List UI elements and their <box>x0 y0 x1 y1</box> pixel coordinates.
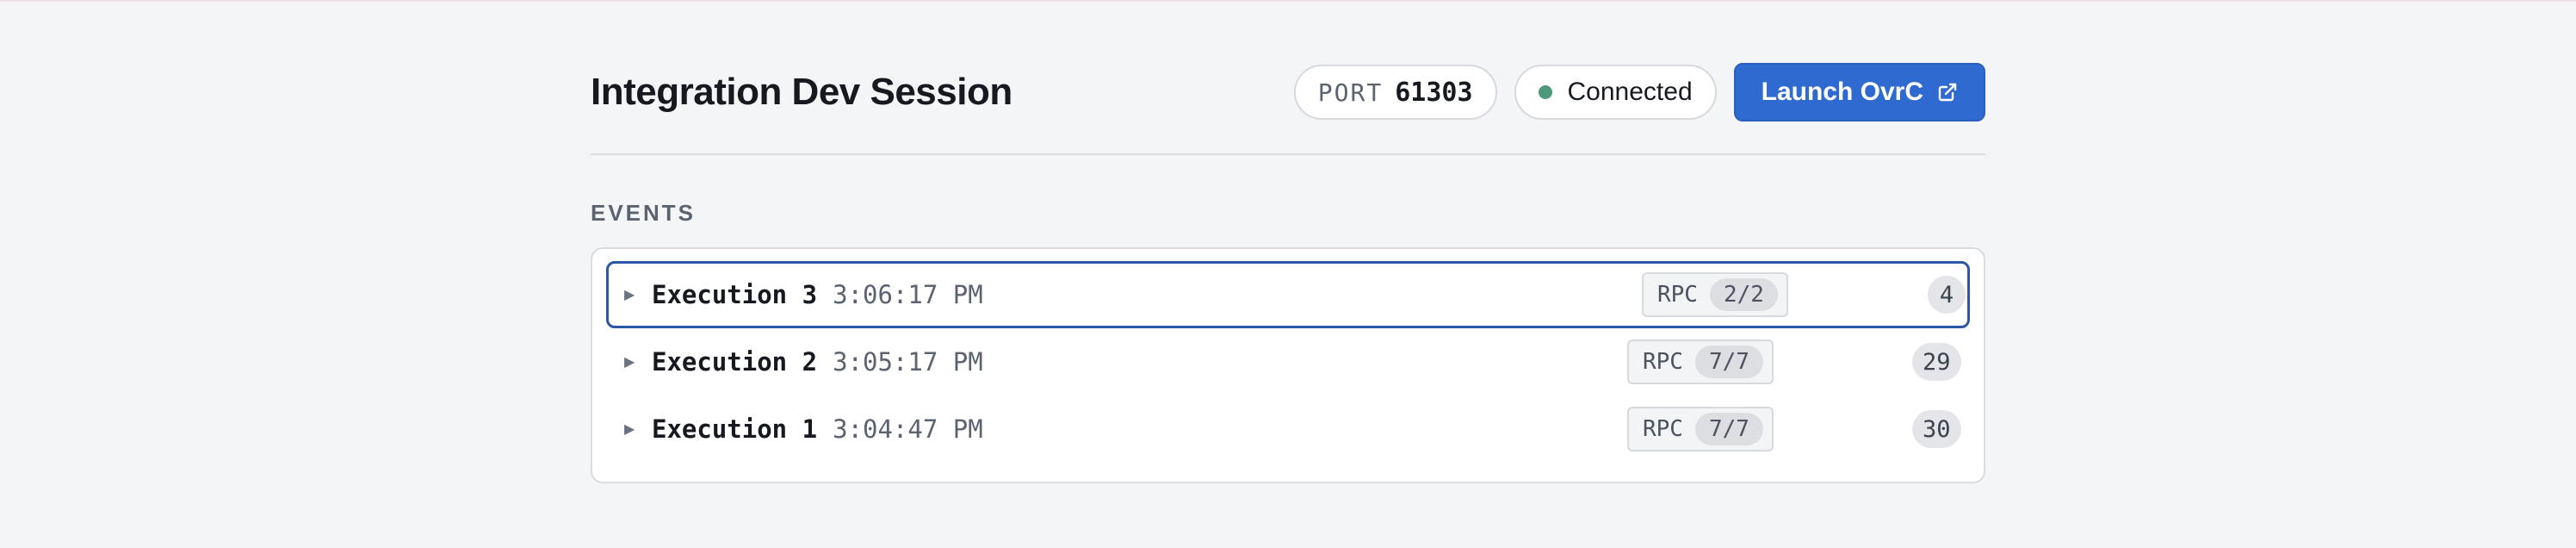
event-count-badge: 29 <box>1912 343 1961 381</box>
rpc-label: RPC <box>1643 349 1683 375</box>
event-count-badge: 30 <box>1912 410 1961 448</box>
page-title: Integration Dev Session <box>591 71 1012 113</box>
rpc-label: RPC <box>1657 282 1698 308</box>
rpc-chip: RPC 2/2 <box>1642 272 1788 317</box>
status-dot-icon <box>1538 85 1552 99</box>
rpc-chip: RPC 7/7 <box>1627 339 1774 384</box>
execution-time: 3:04:47 PM <box>833 414 983 444</box>
event-row-execution-3[interactable]: ▶ Execution 3 3:06:17 PM RPC 2/2 4 <box>606 261 1970 328</box>
expand-caret-icon[interactable]: ▶ <box>624 353 647 371</box>
expand-caret-icon[interactable]: ▶ <box>624 420 647 438</box>
execution-time: 3:05:17 PM <box>833 347 983 377</box>
session-container: Integration Dev Session PORT 61303 Conne… <box>591 60 1985 483</box>
execution-name: Execution 2 <box>652 347 818 377</box>
status-text: Connected <box>1567 78 1693 106</box>
header: Integration Dev Session PORT 61303 Conne… <box>591 60 1985 124</box>
port-pill: PORT 61303 <box>1293 65 1497 120</box>
rpc-count: 2/2 <box>1709 278 1778 311</box>
execution-time: 3:06:17 PM <box>833 280 983 309</box>
event-count-badge: 4 <box>1928 276 1966 314</box>
rpc-count: 7/7 <box>1694 346 1763 378</box>
port-label: PORT <box>1317 78 1384 107</box>
header-divider <box>591 153 1985 155</box>
top-accent-line <box>0 0 2576 2</box>
rpc-chip: RPC 7/7 <box>1627 407 1774 451</box>
event-row-execution-2[interactable]: ▶ Execution 2 3:05:17 PM RPC 7/7 29 <box>606 328 1970 395</box>
execution-name: Execution 1 <box>652 414 818 444</box>
header-actions: PORT 61303 Connected Launch OvrC <box>1293 63 1985 121</box>
launch-ovrc-label: Launch OvrC <box>1761 78 1923 106</box>
port-value: 61303 <box>1395 77 1473 108</box>
event-row-execution-1[interactable]: ▶ Execution 1 3:04:47 PM RPC 7/7 30 <box>606 395 1970 463</box>
events-section-label: EVENTS <box>591 200 697 226</box>
connection-status-pill: Connected <box>1514 65 1717 120</box>
external-link-icon <box>1937 82 1958 103</box>
rpc-count: 7/7 <box>1694 413 1763 445</box>
events-list: ▶ Execution 3 3:06:17 PM RPC 2/2 4 ▶ Exe… <box>591 247 1985 483</box>
launch-ovrc-button[interactable]: Launch OvrC <box>1733 63 1985 121</box>
expand-caret-icon[interactable]: ▶ <box>624 286 647 303</box>
rpc-label: RPC <box>1643 416 1683 442</box>
execution-name: Execution 3 <box>652 280 818 309</box>
